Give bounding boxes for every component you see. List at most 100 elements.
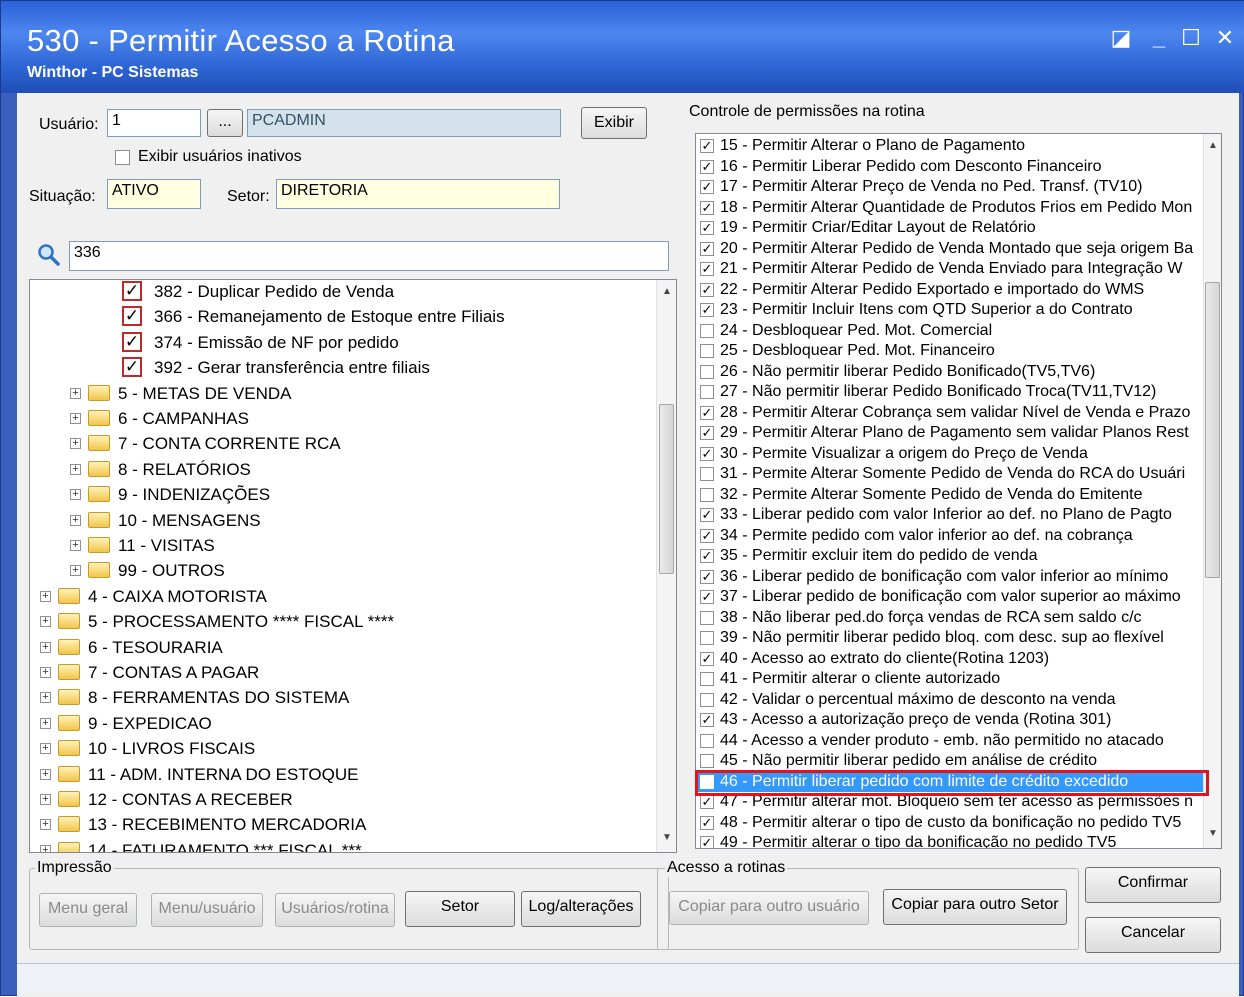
cancel-button[interactable]: Cancelar	[1085, 917, 1221, 953]
permission-checkbox[interactable]: ✓	[700, 241, 714, 256]
permission-checkbox[interactable]: ✓	[700, 815, 714, 830]
permission-item[interactable]: ✓ 15 - Permitir Alterar o Plano de Pagame…	[696, 136, 1211, 157]
permission-checkbox[interactable]: ✓	[700, 549, 714, 563]
scroll-down-icon[interactable]: ▼	[1208, 828, 1218, 839]
permission-checkbox[interactable]: ✓	[700, 200, 714, 215]
expand-icon[interactable]: +	[40, 590, 51, 602]
permission-checkbox[interactable]: ✓	[700, 836, 714, 848]
show-button[interactable]: Exibir	[581, 107, 647, 139]
permission-item[interactable]: ✓ 17 - Permitir Alterar Preço de Venda no…	[696, 177, 1211, 198]
permission-item[interactable]: 24 - Desbloquear Ped. Mot. Comercial	[696, 321, 1211, 342]
permission-item[interactable]: ✓ 22 - Permitir Alterar Pedido Exportado …	[696, 280, 1211, 301]
expand-icon[interactable]: +	[70, 387, 81, 399]
permissions-scroll-thumb[interactable]	[1205, 282, 1220, 578]
permission-item[interactable]: ✓ 36 - Liberar pedido de bonificação com …	[696, 567, 1211, 588]
permission-item[interactable]: ✓ 40 - Acesso ao extrato do cliente(Rotin…	[696, 649, 1211, 670]
expand-icon[interactable]: +	[40, 667, 51, 678]
scroll-up-icon[interactable]: ▲	[1208, 140, 1218, 151]
scroll-down-icon[interactable]: ▼	[662, 832, 672, 843]
copy-user-button[interactable]: Copiar para outro usuário	[669, 891, 869, 925]
permission-checkbox[interactable]: ✓	[700, 180, 714, 194]
permission-checkbox[interactable]: ✓	[700, 713, 714, 727]
permission-checkbox[interactable]: ✓	[700, 651, 714, 666]
permission-item[interactable]: ✓ 28 - Permitir Alterar Cobrança sem vali…	[696, 403, 1211, 424]
permission-checkbox[interactable]: ✓	[700, 139, 714, 153]
permission-item[interactable]: ✓ 21 - Permitir Alterar Pedido de Venda E…	[696, 259, 1211, 280]
tree-checkbox[interactable]: ✓	[122, 281, 142, 301]
permission-item[interactable]: ✓ 30 - Permite Visualizar a origem do Pre…	[696, 444, 1211, 465]
close-icon[interactable]: ✕	[1211, 25, 1239, 51]
permission-checkbox[interactable]	[700, 692, 714, 707]
menu-geral-button[interactable]: Menu geral	[39, 893, 137, 927]
permission-item[interactable]: 32 - Permite Alterar Somente Pedido de V…	[696, 485, 1211, 506]
permission-item[interactable]: ✓ 35 - Permitir excluir item do pedido de…	[696, 546, 1211, 567]
permission-checkbox[interactable]	[700, 672, 714, 686]
permission-item[interactable]: 44 - Acesso a vender produto - emb. não …	[696, 731, 1211, 752]
menu-usuario-button[interactable]: Menu/usuário	[151, 893, 263, 927]
permission-checkbox[interactable]	[700, 754, 714, 768]
permission-item[interactable]: 31 - Permite Alterar Somente Pedido de V…	[696, 464, 1211, 485]
permission-checkbox[interactable]	[700, 733, 714, 748]
permission-item[interactable]: ✓ 43 - Acesso a autorização preço de vend…	[696, 710, 1211, 731]
restore-icon[interactable]: ◪	[1107, 25, 1135, 51]
permission-item[interactable]: ✓ 33 - Liberar pedido com valor Inferior …	[696, 505, 1211, 526]
permission-checkbox[interactable]: ✓	[700, 159, 714, 174]
permission-item[interactable]: 25 - Desbloquear Ped. Mot. Financeiro	[696, 341, 1211, 362]
setor-button[interactable]: Setor	[405, 891, 515, 927]
permission-checkbox[interactable]: ✓	[700, 590, 714, 604]
expand-icon[interactable]: +	[70, 514, 81, 526]
tree-scrollbar[interactable]: ▲ ▼	[656, 280, 676, 852]
scroll-up-icon[interactable]: ▲	[662, 286, 672, 297]
permission-item[interactable]: 42 - Validar o percentual máximo de desc…	[696, 690, 1211, 711]
permissions-scrollbar[interactable]: ▲ ▼	[1203, 134, 1221, 848]
confirm-button[interactable]: Confirmar	[1085, 867, 1221, 903]
permission-item[interactable]: 45 - Não permitir liberar pedido em anál…	[696, 751, 1211, 772]
permission-item[interactable]: ✓ 48 - Permitir alterar o tipo de custo d…	[696, 813, 1211, 834]
permission-checkbox[interactable]: ✓	[700, 221, 714, 235]
routine-tree[interactable]: +14 - FATURAMENTO *** FISCAL *** +13 - RE…	[29, 279, 677, 853]
maximize-icon[interactable]: ☐	[1177, 25, 1205, 51]
permission-item[interactable]: 41 - Permitir alterar o cliente autoriza…	[696, 669, 1211, 690]
permission-checkbox[interactable]: ✓	[700, 405, 714, 420]
minimize-icon[interactable]: _	[1145, 25, 1173, 51]
permission-item[interactable]: ✓ 49 - Permitir alterar o tipo da bonific…	[696, 833, 1211, 848]
search-input[interactable]: 336	[69, 241, 669, 271]
permission-item[interactable]: ✓ 37 - Liberar pedido de bonificação com …	[696, 587, 1211, 608]
tree-checkbox[interactable]: ✓	[122, 306, 142, 327]
copy-setor-button[interactable]: Copiar para outro Setor	[883, 889, 1067, 925]
permission-checkbox[interactable]	[700, 631, 714, 645]
expand-icon[interactable]: +	[40, 819, 51, 831]
expand-icon[interactable]: +	[70, 565, 81, 577]
permission-item[interactable]: ✓ 18 - Permitir Alterar Quantidade de Pro…	[696, 198, 1211, 219]
expand-icon[interactable]: +	[40, 844, 51, 852]
log-alteracoes-button[interactable]: Log/alterações	[521, 891, 641, 927]
permission-checkbox[interactable]: ✓	[700, 446, 714, 461]
user-code-field[interactable]: 1	[107, 109, 201, 137]
permission-checkbox[interactable]	[700, 344, 714, 358]
permission-item[interactable]: ✓ 20 - Permitir Alterar Pedido de Venda M…	[696, 239, 1211, 260]
permission-checkbox[interactable]: ✓	[700, 508, 714, 522]
usuarios-rotina-button[interactable]: Usuários/rotina	[275, 893, 395, 927]
permission-item[interactable]: 38 - Não liberar ped.do força vendas de …	[696, 608, 1211, 629]
permission-checkbox[interactable]: ✓	[700, 569, 714, 584]
permission-item[interactable]: ✓ 19 - Permitir Criar/Editar Layout de Re…	[696, 218, 1211, 239]
expand-icon[interactable]: +	[40, 616, 51, 628]
expand-icon[interactable]: +	[40, 641, 51, 653]
expand-icon[interactable]: +	[40, 717, 51, 729]
expand-icon[interactable]: +	[40, 768, 51, 780]
permission-item[interactable]: 39 - Não permitir liberar pedido bloq. c…	[696, 628, 1211, 649]
search-icon[interactable]	[37, 243, 61, 267]
permission-checkbox[interactable]: ✓	[700, 262, 714, 276]
inactive-users-checkbox[interactable]	[115, 150, 130, 165]
permission-item[interactable]: 27 - Não permitir liberar Pedido Bonific…	[696, 382, 1211, 403]
expand-icon[interactable]: +	[70, 489, 81, 501]
permission-checkbox[interactable]	[700, 323, 714, 338]
user-browse-button[interactable]: ...	[207, 109, 243, 137]
permission-item[interactable]: ✓ 23 - Permitir Incluir Itens com QTD Sup…	[696, 300, 1211, 321]
permission-checkbox[interactable]	[700, 610, 714, 625]
permission-checkbox[interactable]: ✓	[700, 795, 714, 809]
permission-checkbox[interactable]: ✓	[700, 426, 714, 440]
permission-checkbox[interactable]	[700, 364, 714, 379]
permission-item[interactable]: ✓ 29 - Permitir Alterar Plano de Pagament…	[696, 423, 1211, 444]
tree-checkbox[interactable]: ✓	[122, 357, 142, 378]
